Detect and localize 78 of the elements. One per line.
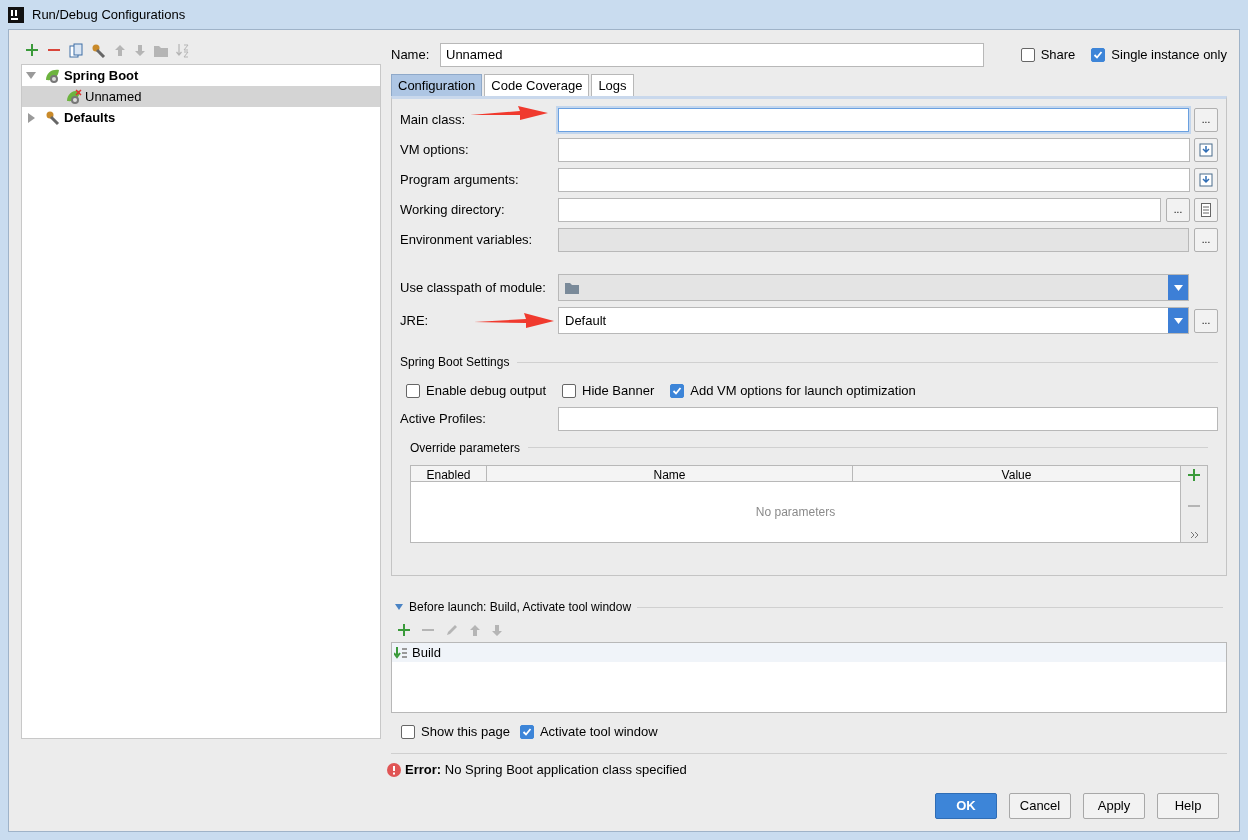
spring-leaf-icon	[45, 67, 61, 84]
checkbox-label[interactable]: Show this page	[421, 722, 510, 742]
checkbox-label[interactable]: Single instance only	[1111, 45, 1227, 65]
tab[interactable]: Configuration	[391, 74, 483, 96]
checkbox[interactable]	[519, 725, 534, 739]
dialog-button[interactable]: OK	[935, 793, 997, 819]
checkbox-label[interactable]: Enable debug output	[426, 381, 546, 401]
field-label: Main class:	[400, 112, 466, 128]
expanded-triangle-icon[interactable]	[26, 70, 36, 81]
wrench-icon[interactable]	[91, 42, 106, 58]
dropdown[interactable]	[558, 274, 1189, 301]
input-field[interactable]	[558, 168, 1190, 192]
copy-icon[interactable]	[69, 42, 83, 58]
field-label: VM options:	[400, 142, 469, 158]
dropdown-arrow-icon[interactable]	[1173, 317, 1183, 324]
more-icon[interactable]	[1189, 529, 1199, 540]
section-title: Spring Boot Settings	[400, 354, 510, 371]
checkbox-label[interactable]: Hide Banner	[582, 381, 655, 401]
input-field[interactable]	[558, 108, 1189, 132]
column-header[interactable]: Name	[487, 465, 853, 481]
collapse-triangle-icon[interactable]	[395, 604, 403, 610]
dropdown[interactable]: Default	[558, 307, 1189, 334]
expand-icon	[1199, 143, 1213, 157]
build-icon	[394, 646, 408, 659]
dialog-button[interactable]: Cancel	[1009, 793, 1071, 819]
spring-leaf-icon	[66, 88, 82, 105]
checkbox-label[interactable]: Activate tool window	[539, 722, 658, 742]
error-message: Error: No Spring Boot application class specified	[405, 761, 687, 779]
tree-item[interactable]: Defaults	[22, 107, 380, 128]
field-label: JRE:	[400, 312, 429, 328]
task-item[interactable]: Build	[392, 643, 1226, 662]
tab[interactable]: Code Coverage	[484, 74, 590, 96]
input-field[interactable]	[558, 406, 1218, 431]
browse-button[interactable]: ...	[1194, 108, 1218, 132]
checkbox[interactable]	[401, 725, 415, 739]
name-field[interactable]: Unnamed	[440, 43, 984, 67]
field-label: Active Profiles:	[400, 409, 487, 428]
checkbox[interactable]	[670, 383, 685, 398]
expand-button[interactable]	[1194, 168, 1218, 192]
collapsed-triangle-icon[interactable]	[26, 112, 36, 123]
add-icon[interactable]	[397, 623, 411, 637]
expand-button[interactable]	[1194, 138, 1218, 162]
checkbox[interactable]	[1091, 48, 1106, 62]
browse-button[interactable]: ...	[1194, 308, 1218, 333]
dialog-button[interactable]: Help	[1157, 793, 1219, 819]
error-icon	[387, 762, 401, 777]
input-field[interactable]	[558, 198, 1161, 222]
dialog-button[interactable]: Apply	[1083, 793, 1145, 819]
checkbox[interactable]	[1020, 48, 1035, 62]
checkbox[interactable]	[406, 383, 420, 398]
tab[interactable]: Logs	[591, 74, 634, 96]
app-icon	[8, 6, 24, 23]
column-header[interactable]: Value	[853, 465, 1180, 481]
section-title[interactable]: Before launch: Build, Activate tool window	[409, 598, 632, 616]
add-icon[interactable]	[1187, 467, 1201, 482]
document-button[interactable]	[1194, 198, 1218, 222]
document-icon	[1201, 203, 1211, 217]
window-title: Run/Debug Configurations	[32, 5, 186, 24]
checkbox-label[interactable]: Share	[1040, 45, 1076, 65]
input-field[interactable]	[558, 138, 1190, 162]
column-header[interactable]: Enabled	[411, 465, 487, 481]
checkbox[interactable]	[562, 383, 576, 398]
folder-icon	[565, 281, 579, 294]
section-title: Override parameters	[410, 439, 521, 457]
dropdown-arrow-icon[interactable]	[1173, 284, 1183, 291]
browse-button[interactable]: ...	[1166, 198, 1190, 222]
expand-icon	[1199, 173, 1213, 187]
tree-item[interactable]: Spring Boot	[22, 65, 380, 86]
name-label: Name:	[391, 46, 431, 65]
empty-message: No parameters	[755, 503, 836, 521]
checkbox-label[interactable]: Add VM options for launch optimization	[690, 381, 916, 401]
tree-item[interactable]: Unnamed	[22, 86, 380, 107]
field-label: Use classpath of module:	[400, 279, 546, 295]
add-icon[interactable]	[25, 43, 39, 57]
field-label: Program arguments:	[400, 172, 519, 188]
wrench-icon	[45, 109, 61, 126]
field-label: Working directory:	[400, 202, 505, 218]
field-label: Environment variables:	[400, 232, 533, 248]
